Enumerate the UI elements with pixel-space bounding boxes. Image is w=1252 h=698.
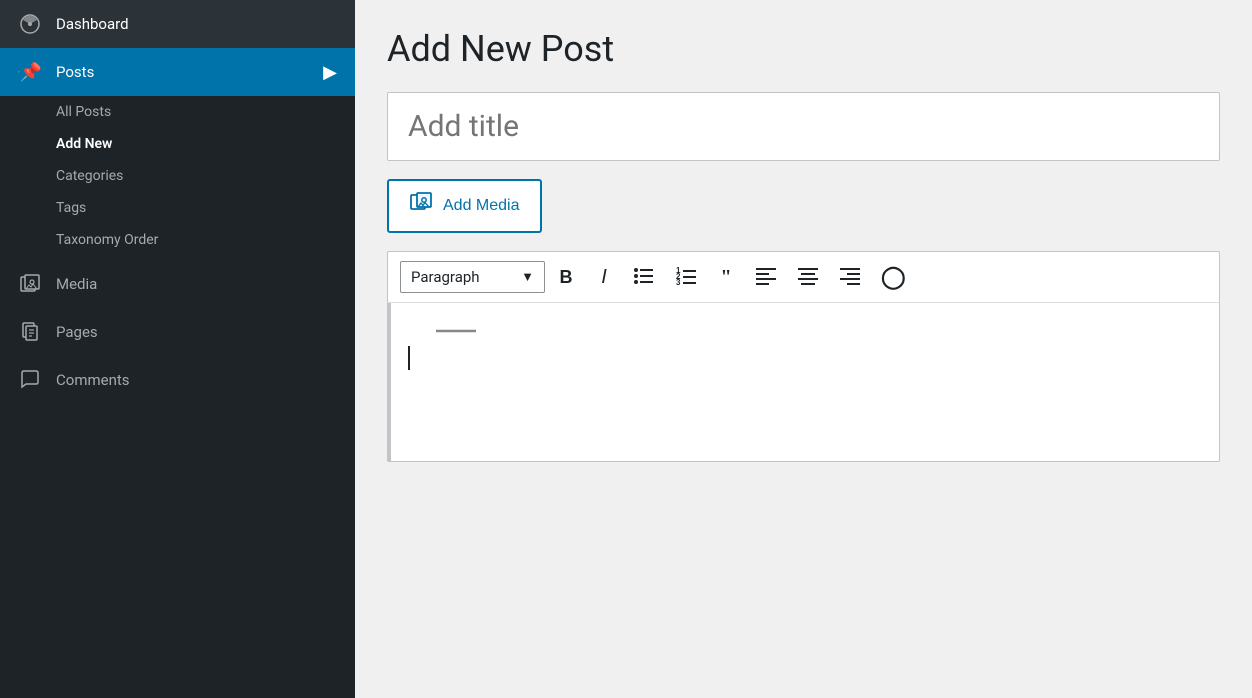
svg-text:3: 3 xyxy=(676,278,681,286)
submenu-categories[interactable]: Categories xyxy=(0,160,355,192)
post-title-input[interactable] xyxy=(388,93,1219,160)
editor-format-indicator xyxy=(436,319,1199,338)
align-left-button[interactable] xyxy=(747,260,785,294)
add-media-button[interactable]: Add Media xyxy=(387,179,542,233)
main-content: Add New Post Add Media Paragraph ▼ xyxy=(355,0,1252,698)
blockquote-button[interactable]: " xyxy=(709,260,743,294)
sidebar-comments-label: Comments xyxy=(56,371,130,389)
title-input-wrapper xyxy=(387,92,1220,161)
sidebar-item-comments[interactable]: Comments xyxy=(0,356,355,404)
italic-icon: I xyxy=(601,266,607,289)
add-media-container: Add Media xyxy=(387,179,1220,233)
sidebar: Dashboard 📌 Posts ▶ All Posts Add New Ca… xyxy=(0,0,355,698)
sidebar-pages-label: Pages xyxy=(56,323,98,341)
paragraph-dropdown-arrow: ▼ xyxy=(521,269,534,285)
numbered-list-button[interactable]: 1 2 3 xyxy=(667,260,705,294)
align-left-icon xyxy=(755,264,777,291)
submenu-tags-label: Tags xyxy=(56,200,86,216)
bullet-list-button[interactable] xyxy=(625,260,663,294)
submenu-taxonomy-order-label: Taxonomy Order xyxy=(56,232,158,248)
bold-button[interactable]: B xyxy=(549,260,583,294)
sidebar-dashboard-label: Dashboard xyxy=(56,15,129,33)
sidebar-item-posts[interactable]: 📌 Posts ▶ xyxy=(0,48,355,96)
submenu-add-new[interactable]: Add New xyxy=(0,128,355,160)
page-title: Add New Post xyxy=(387,28,1220,70)
sidebar-posts-label: Posts xyxy=(56,63,94,81)
editor-left-border xyxy=(388,303,391,461)
submenu-categories-label: Categories xyxy=(56,168,123,184)
sidebar-item-media[interactable]: Media xyxy=(0,260,355,308)
bullet-list-icon xyxy=(633,263,655,291)
add-media-icon xyxy=(409,191,433,221)
bold-icon: B xyxy=(560,267,573,288)
more-options-button[interactable]: ◯ xyxy=(873,260,914,294)
paragraph-format-select[interactable]: Paragraph ▼ xyxy=(400,261,545,293)
align-right-icon xyxy=(839,264,861,291)
submenu-taxonomy-order[interactable]: Taxonomy Order xyxy=(0,224,355,256)
submenu-all-posts[interactable]: All Posts xyxy=(0,96,355,128)
dashboard-icon xyxy=(18,12,42,36)
media-icon xyxy=(18,272,42,296)
align-right-button[interactable] xyxy=(831,260,869,294)
add-media-label: Add Media xyxy=(443,197,520,215)
submenu-tags[interactable]: Tags xyxy=(0,192,355,224)
sidebar-media-label: Media xyxy=(56,275,97,293)
align-center-icon xyxy=(797,264,819,291)
editor-toolbar: Paragraph ▼ B I xyxy=(387,251,1220,302)
blockquote-icon: " xyxy=(720,267,731,287)
more-options-icon: ◯ xyxy=(881,264,906,290)
comments-icon xyxy=(18,368,42,392)
pages-icon xyxy=(18,320,42,344)
posts-icon: 📌 xyxy=(18,60,42,84)
submenu-all-posts-label: All Posts xyxy=(56,104,111,120)
posts-arrow: ▶ xyxy=(323,62,337,83)
editor-cursor xyxy=(408,346,410,370)
paragraph-format-label: Paragraph xyxy=(411,268,480,286)
sidebar-item-dashboard[interactable]: Dashboard xyxy=(0,0,355,48)
numbered-list-icon: 1 2 3 xyxy=(675,264,697,291)
sidebar-item-pages[interactable]: Pages xyxy=(0,308,355,356)
editor-section: Paragraph ▼ B I xyxy=(387,251,1220,462)
submenu-add-new-label: Add New xyxy=(56,136,112,152)
align-center-button[interactable] xyxy=(789,260,827,294)
italic-button[interactable]: I xyxy=(587,260,621,294)
editor-body[interactable] xyxy=(387,302,1220,462)
